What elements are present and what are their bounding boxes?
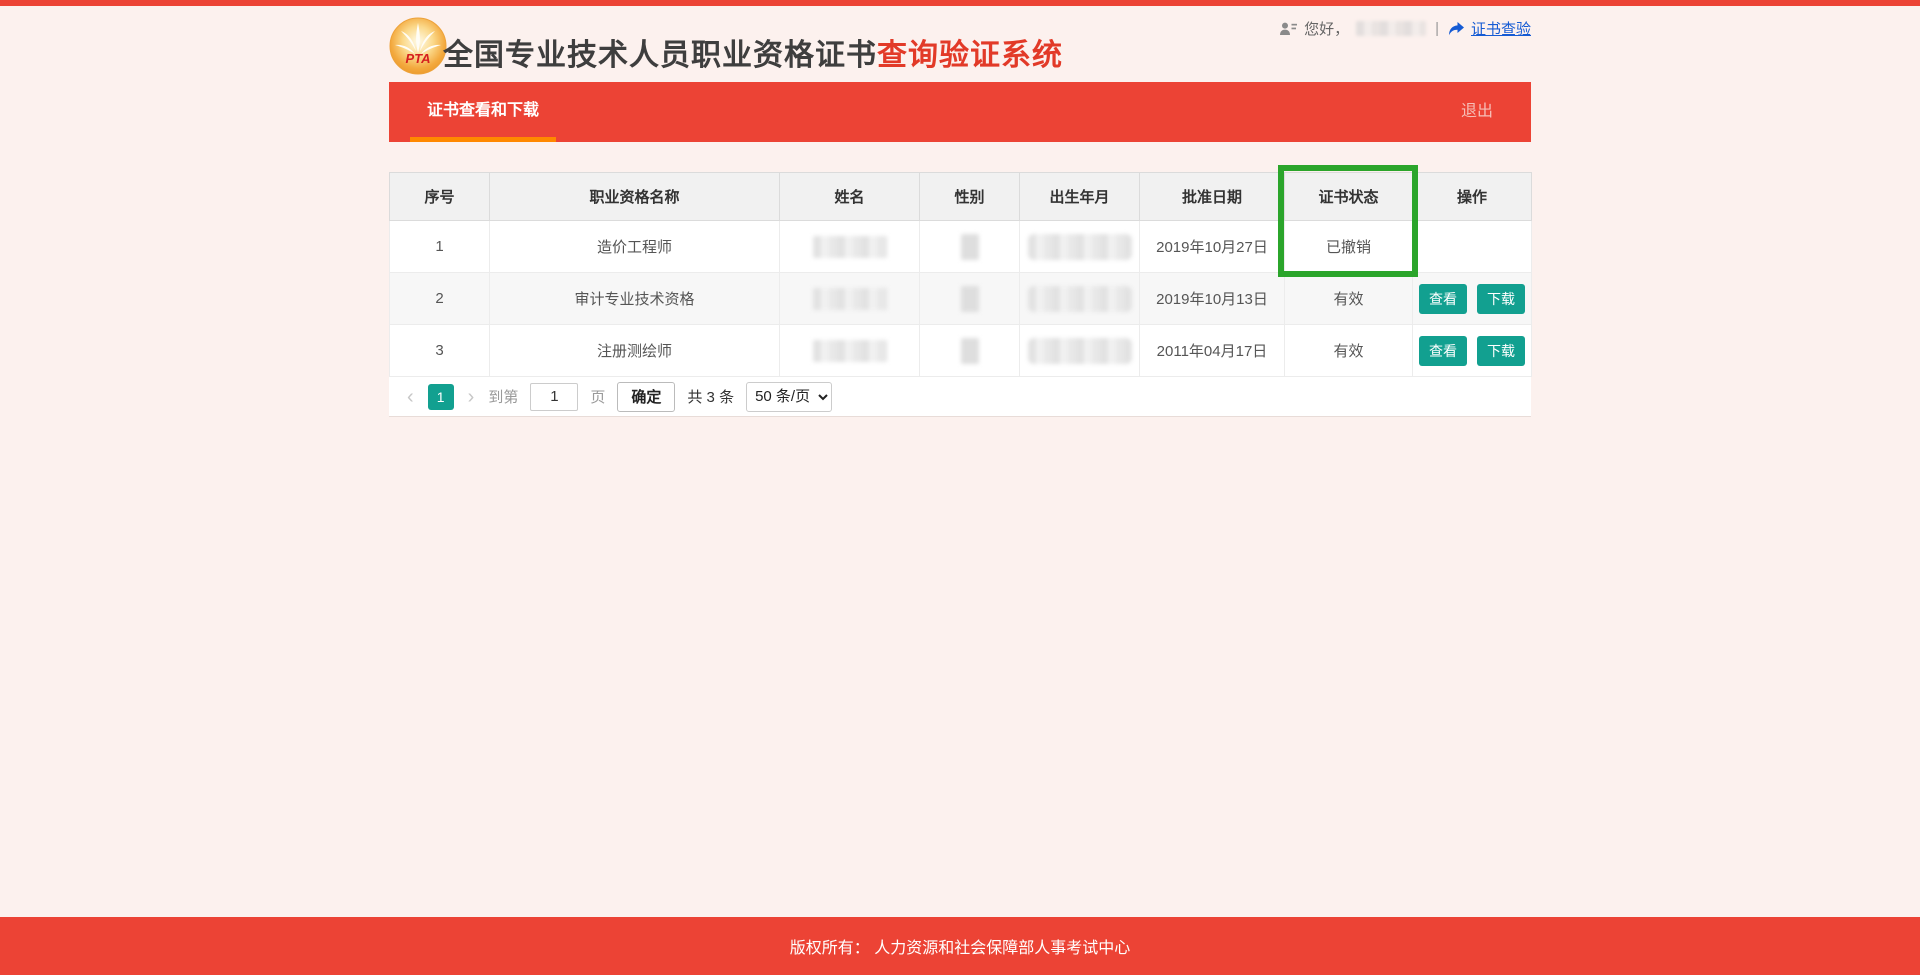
- cell-actions: 查看下载: [1413, 273, 1532, 325]
- table-body: 1造价工程师 2019年10月27日已撤销 2审计专业技术资格 2019年10月13日…: [390, 221, 1532, 377]
- table-row: 3注册测绘师 2011年04月17日有效查看下载: [390, 325, 1532, 377]
- cell-status: 有效: [1285, 273, 1413, 325]
- column-header: 姓名: [780, 173, 920, 221]
- svg-text:PTA: PTA: [405, 51, 430, 66]
- page-title: 全国专业技术人员职业资格证书查询验证系统: [443, 30, 1063, 74]
- tab-cert-view-download[interactable]: 证书查看和下载: [410, 82, 556, 142]
- column-header: 操作: [1413, 173, 1532, 221]
- cell-birth: [1020, 325, 1140, 377]
- prev-page-button[interactable]: ‹: [405, 387, 416, 407]
- redacted-value: [1028, 338, 1132, 364]
- greeting-text: 您好，: [1304, 18, 1349, 39]
- cell-qual: 造价工程师: [490, 221, 780, 273]
- page-title-main: 全国专业技术人员职业资格证书: [443, 39, 877, 72]
- page-size-select[interactable]: 50 条/页: [746, 382, 832, 412]
- pagination-bar: ‹ 1 › 到第 页 确定 共 3 条 50 条/页: [389, 377, 1531, 417]
- cell-gender: [920, 325, 1020, 377]
- cell-name: [780, 273, 920, 325]
- cell-name: [780, 325, 920, 377]
- cell-qual: 审计专业技术资格: [490, 273, 780, 325]
- cell-gender: [920, 273, 1020, 325]
- site-header: PTA 全国专业技术人员职业资格证书查询验证系统 您好， | 证书查验: [389, 6, 1531, 82]
- main-nav: 证书查看和下载 退出: [389, 82, 1531, 142]
- cell-birth: [1020, 273, 1140, 325]
- goto-page-suffix: 页: [590, 386, 605, 407]
- table-row: 2审计专业技术资格 2019年10月13日有效查看下载: [390, 273, 1532, 325]
- page-1-button[interactable]: 1: [428, 384, 454, 410]
- certificates-table-wrap: 序号职业资格名称姓名性别出生年月批准日期证书状态操作 1造价工程师 2019年10…: [389, 172, 1531, 377]
- cell-index: 3: [390, 325, 490, 377]
- cell-gender: [920, 221, 1020, 273]
- cell-date: 2011年04月17日: [1140, 325, 1285, 377]
- page-title-suffix: 查询验证系统: [877, 39, 1063, 72]
- redacted-value: [961, 338, 979, 364]
- download-button[interactable]: 下载: [1477, 284, 1525, 314]
- cell-actions: 查看下载: [1413, 325, 1532, 377]
- next-page-button[interactable]: ›: [466, 387, 477, 407]
- cell-date: 2019年10月13日: [1140, 273, 1285, 325]
- confirm-button[interactable]: 确定: [617, 382, 675, 412]
- divider: |: [1435, 20, 1439, 37]
- certificates-table: 序号职业资格名称姓名性别出生年月批准日期证书状态操作 1造价工程师 2019年10…: [389, 172, 1532, 377]
- download-button[interactable]: 下载: [1477, 336, 1525, 366]
- user-bar: 您好， | 证书查验: [1280, 18, 1531, 39]
- logout-button[interactable]: 退出: [1461, 82, 1531, 142]
- table-head-row: 序号职业资格名称姓名性别出生年月批准日期证书状态操作: [390, 173, 1532, 221]
- view-button[interactable]: 查看: [1419, 284, 1467, 314]
- pta-logo-icon: PTA: [389, 17, 447, 75]
- cert-verify-arrow-icon: [1448, 22, 1464, 36]
- column-header: 出生年月: [1020, 173, 1140, 221]
- column-header: 序号: [390, 173, 490, 221]
- redacted-value: [961, 234, 979, 260]
- cell-index: 2: [390, 273, 490, 325]
- redacted-value: [813, 288, 887, 310]
- table-row: 1造价工程师 2019年10月27日已撤销: [390, 221, 1532, 273]
- column-header: 性别: [920, 173, 1020, 221]
- page-footer: 版权所有： 人力资源和社会保障部人事考试中心: [0, 917, 1920, 975]
- redacted-value: [961, 286, 979, 312]
- redacted-value: [1028, 234, 1132, 260]
- redacted-value: [813, 340, 887, 362]
- main-content: 序号职业资格名称姓名性别出生年月批准日期证书状态操作 1造价工程师2019年10…: [389, 172, 1531, 417]
- redacted-value: [1028, 286, 1132, 312]
- goto-page-input[interactable]: [530, 383, 578, 411]
- cell-actions: [1413, 221, 1532, 273]
- cell-index: 1: [390, 221, 490, 273]
- column-header: 证书状态: [1285, 173, 1413, 221]
- copyright-text: 版权所有： 人力资源和社会保障部人事考试中心: [790, 934, 1130, 958]
- cell-qual: 注册测绘师: [490, 325, 780, 377]
- redacted-username: [1356, 21, 1426, 36]
- goto-page-prefix: 到第: [488, 386, 518, 407]
- cell-birth: [1020, 221, 1140, 273]
- cell-date: 2019年10月27日: [1140, 221, 1285, 273]
- total-count: 共 3 条: [687, 386, 734, 407]
- column-header: 批准日期: [1140, 173, 1285, 221]
- cell-name: [780, 221, 920, 273]
- user-icon: [1280, 22, 1297, 36]
- cert-verify-link[interactable]: 证书查验: [1471, 18, 1531, 39]
- cell-status: 已撤销: [1285, 221, 1413, 273]
- column-header: 职业资格名称: [490, 173, 780, 221]
- cell-status: 有效: [1285, 325, 1413, 377]
- view-button[interactable]: 查看: [1419, 336, 1467, 366]
- redacted-value: [813, 236, 887, 258]
